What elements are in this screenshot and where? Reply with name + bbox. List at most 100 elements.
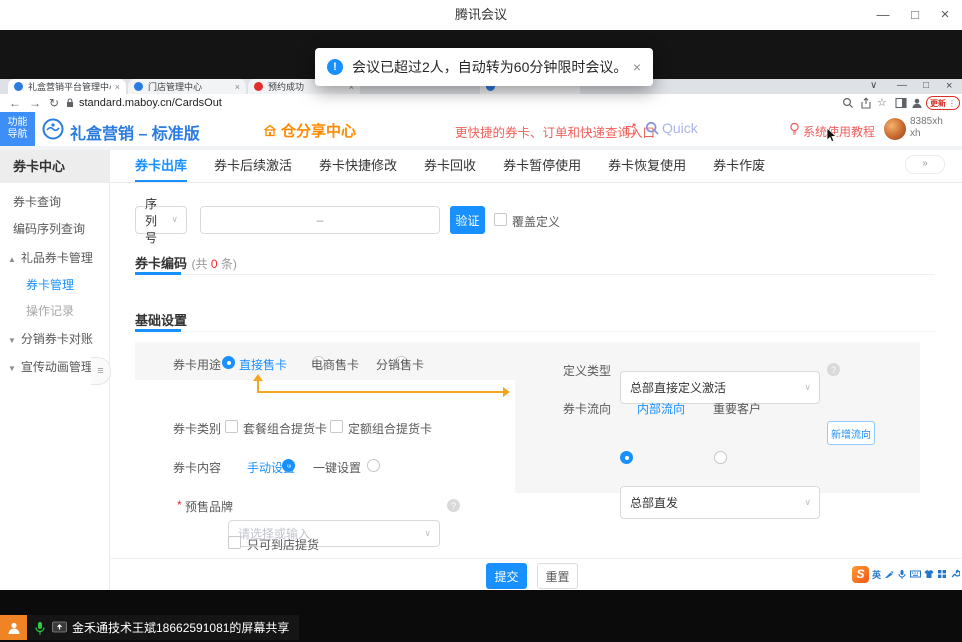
- verify-button[interactable]: 验证: [450, 206, 485, 234]
- overwrite-definition-label[interactable]: 覆盖定义: [512, 213, 560, 230]
- combo-pickup-card-label[interactable]: 套餐组合提货卡: [243, 420, 327, 437]
- bookmark-star-icon[interactable]: ☆: [877, 96, 887, 109]
- option-manual-setup[interactable]: 手动设置: [247, 459, 295, 476]
- browser-close-button[interactable]: ×: [946, 80, 952, 92]
- browser-tab-gift-admin[interactable]: 礼盒营销平台管理中心 ×: [8, 79, 126, 94]
- ime-grid-icon[interactable]: [937, 569, 947, 579]
- ime-language-icon[interactable]: 英: [872, 568, 881, 581]
- browser-minimize-button[interactable]: —: [897, 80, 907, 91]
- option-one-click-setup[interactable]: 一键设置: [313, 459, 361, 476]
- mouse-cursor-icon: [826, 128, 838, 143]
- definition-type-help-icon[interactable]: ?: [827, 363, 840, 376]
- meeting-titlebar: 腾讯会议 — □ ×: [0, 0, 962, 31]
- codes-count: 0: [211, 257, 218, 271]
- tab-card-outbound[interactable]: 券卡出库: [135, 150, 187, 182]
- arrow-up-icon: [253, 374, 263, 381]
- side-panel-icon[interactable]: [895, 97, 907, 109]
- app-logo-icon: [42, 118, 64, 140]
- ime-keyboard-icon[interactable]: [910, 569, 921, 579]
- card-flow-label: 券卡流向: [563, 400, 611, 417]
- kebab-menu-icon[interactable]: ⋮: [948, 99, 956, 108]
- back-icon[interactable]: ←: [9, 96, 21, 110]
- meeting-close-button[interactable]: ×: [934, 0, 956, 30]
- serial-field-select[interactable]: 序列号 ∨: [135, 206, 187, 234]
- chevron-down-icon: ∨: [171, 214, 178, 225]
- caret-up-icon: ▲: [8, 255, 16, 264]
- option-distribution-sale[interactable]: 分销售卡: [376, 356, 424, 373]
- sidebar-item-code-sequence-query[interactable]: 编码序列查询: [13, 220, 85, 237]
- panel-expand-button[interactable]: »: [905, 155, 945, 174]
- store-pickup-only-checkbox[interactable]: [228, 536, 241, 549]
- radio-direct-sale[interactable]: [222, 356, 235, 369]
- nav-toggle-button[interactable]: 功能 导航: [0, 112, 35, 146]
- presale-brand-help-icon[interactable]: ?: [447, 499, 460, 512]
- reset-button[interactable]: 重置: [537, 563, 578, 589]
- radio-key-customer[interactable]: [714, 451, 727, 464]
- ime-skin-icon[interactable]: [924, 569, 934, 579]
- radio-internal-flow[interactable]: [620, 451, 633, 464]
- sidebar-item-card-query[interactable]: 券卡查询: [13, 193, 61, 210]
- zoom-icon[interactable]: [842, 97, 854, 109]
- avatar[interactable]: [884, 118, 906, 140]
- mic-on-icon[interactable]: [34, 621, 46, 635]
- ime-settings-icon[interactable]: [950, 569, 960, 579]
- section-underline: [135, 329, 181, 332]
- tab-card-followup-activation[interactable]: 券卡后续激活: [214, 150, 292, 182]
- sidebar-item-gift-card-management[interactable]: ▲礼品券卡管理: [8, 249, 93, 266]
- quick-search-label[interactable]: Quick: [662, 120, 698, 136]
- browser-tab-store-admin[interactable]: 门店管理中心 ×: [128, 79, 246, 94]
- option-direct-sale[interactable]: 直接售卡: [239, 356, 287, 373]
- fixed-combo-pickup-card-checkbox[interactable]: [330, 420, 343, 433]
- ime-mic-icon[interactable]: [897, 569, 907, 579]
- toast-close-icon[interactable]: ×: [633, 59, 641, 75]
- store-pickup-only-label[interactable]: 只可到店提货: [247, 536, 319, 553]
- info-icon: !: [327, 59, 343, 75]
- sidebar-item-promo-animation-management[interactable]: ▼宣传动画管理: [8, 358, 93, 375]
- share-icon[interactable]: [860, 97, 872, 109]
- sidebar-item-operation-log[interactable]: 操作记录: [26, 302, 74, 319]
- search-icon[interactable]: [645, 121, 660, 136]
- tab-card-suspend[interactable]: 券卡暂停使用: [503, 150, 581, 182]
- profile-icon[interactable]: [911, 97, 923, 109]
- reload-icon[interactable]: ↻: [49, 96, 59, 110]
- fixed-combo-pickup-card-label[interactable]: 定额组合提货卡: [348, 420, 432, 437]
- flow-select[interactable]: 总部直发 ∨: [620, 486, 820, 519]
- warehouse-share-center-link[interactable]: 仓分享中心: [263, 120, 356, 141]
- add-flow-button[interactable]: 新增流向: [827, 421, 875, 445]
- tab-card-resume[interactable]: 券卡恢复使用: [608, 150, 686, 182]
- tab-close-icon[interactable]: ×: [115, 82, 120, 92]
- sogou-logo-icon[interactable]: S: [852, 566, 869, 583]
- meeting-minimize-button[interactable]: —: [872, 0, 894, 30]
- overwrite-definition-checkbox[interactable]: [494, 213, 507, 226]
- tab-card-quick-edit[interactable]: 券卡快捷修改: [319, 150, 397, 182]
- card-codes-section-title: 券卡编码 (共 0 条): [135, 253, 237, 273]
- tab-card-recycle[interactable]: 券卡回收: [424, 150, 476, 182]
- radio-one-click-setup[interactable]: [367, 459, 380, 472]
- option-internal-flow[interactable]: 内部流向: [637, 400, 685, 417]
- combo-pickup-card-checkbox[interactable]: [225, 420, 238, 433]
- meeting-maximize-button[interactable]: □: [904, 0, 926, 30]
- tutorial-link[interactable]: 系统使用教程: [803, 123, 875, 140]
- forward-icon[interactable]: →: [29, 96, 41, 110]
- serial-range-input[interactable]: –: [200, 206, 440, 234]
- tab-close-icon[interactable]: ×: [235, 82, 240, 92]
- option-key-customer[interactable]: 重要客户: [713, 400, 761, 417]
- submit-button[interactable]: 提交: [486, 563, 527, 589]
- chevron-down-icon: ∨: [804, 496, 811, 507]
- arrow-horizontal-line: [257, 391, 503, 393]
- option-ecommerce-sale[interactable]: 电商售卡: [311, 356, 359, 373]
- required-asterisk: *: [177, 498, 182, 512]
- browser-update-button[interactable]: 更新 ⋮: [926, 96, 960, 110]
- browser-window-menu-icon[interactable]: ∨: [870, 80, 877, 91]
- participant-icon[interactable]: [0, 615, 27, 640]
- browser-maximize-button[interactable]: □: [923, 80, 929, 91]
- ime-pen-icon[interactable]: [884, 569, 894, 579]
- sidebar-item-card-management[interactable]: 券卡管理: [26, 276, 74, 293]
- ime-toolbar: S 英: [852, 564, 960, 584]
- sidebar-item-distribution-reconciliation[interactable]: ▼分销券卡对账: [8, 330, 93, 347]
- url-omnibox[interactable]: standard.maboy.cn/CardsOut: [79, 97, 222, 109]
- meeting-toast: ! 会议已超过2人，自动转为60分钟限时会议。 ×: [315, 48, 653, 86]
- tab-card-void[interactable]: 券卡作废: [713, 150, 765, 182]
- user-name: 8385xh xh: [910, 116, 943, 140]
- chevron-down-icon: ∨: [804, 381, 811, 392]
